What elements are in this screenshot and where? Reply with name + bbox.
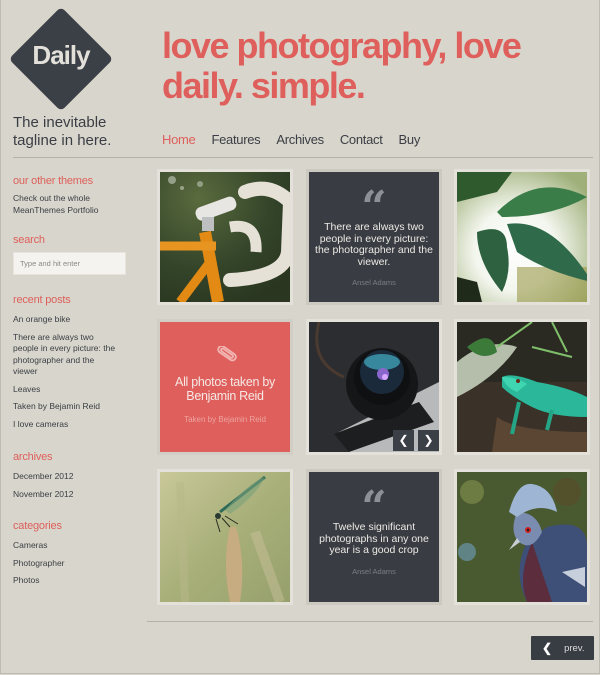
recent-post-link[interactable]: I love cameras	[13, 419, 143, 431]
quote-author: Ansel Adams	[352, 567, 396, 576]
hero-headline: love photography, love daily. simple.	[162, 25, 522, 106]
divider	[147, 621, 593, 622]
logo-text[interactable]: Daily	[13, 40, 109, 71]
nav-item-home[interactable]: Home	[162, 132, 196, 147]
divider	[147, 157, 593, 158]
widget-title: search	[13, 234, 45, 246]
photo-tile-bike[interactable]	[157, 169, 293, 305]
divider	[13, 157, 148, 158]
photo-tile-leaves[interactable]	[454, 169, 590, 305]
quote-author: Ansel Adams	[352, 278, 396, 287]
search-field[interactable]	[13, 252, 126, 275]
dragonfly-photo	[160, 472, 290, 602]
quote-tile[interactable]: “ There are always two people in every p…	[306, 169, 442, 305]
other-themes-link[interactable]: Check out the whole MeanThemes Portfolio	[13, 193, 113, 216]
quote-text: There are always two people in every pic…	[315, 221, 433, 268]
link-title: All photos taken by Benjamin Reid	[175, 375, 275, 403]
search-input[interactable]	[14, 253, 125, 274]
recent-post-link[interactable]: There are always two people in every pic…	[13, 332, 121, 378]
paperclip-icon	[217, 346, 237, 362]
widget-categories: categories Cameras Photographer Photos	[13, 520, 143, 587]
category-link[interactable]: Photographer	[13, 558, 143, 570]
prev-page-button[interactable]: ❮ prev.	[531, 636, 594, 660]
gallery-next-button[interactable]: ❯	[418, 430, 439, 451]
widget-archives: archives December 2012 November 2012	[13, 451, 143, 500]
pigeon-photo	[457, 472, 587, 602]
widget-other-themes: our other themes Check out the whole Mea…	[13, 175, 143, 216]
category-link[interactable]: Photos	[13, 575, 143, 587]
nav-item-contact[interactable]: Contact	[340, 132, 383, 147]
link-tile[interactable]: All photos taken by Benjamin Reid Taken …	[157, 319, 293, 455]
prev-page-label: prev.	[564, 642, 585, 654]
recent-post-link[interactable]: Leaves	[13, 384, 143, 396]
quote-tile[interactable]: “ Twelve significant photographs in any …	[306, 469, 442, 605]
widget-title: archives	[13, 451, 53, 463]
recent-post-link[interactable]: An orange bike	[13, 314, 143, 326]
widget-title: recent posts	[13, 294, 71, 306]
widget-title: categories	[13, 520, 62, 532]
nav-item-buy[interactable]: Buy	[399, 132, 421, 147]
quote-text: Twelve significant photographs in any on…	[319, 521, 429, 556]
main-nav: Home Features Archives Contact Buy	[162, 132, 436, 147]
category-link[interactable]: Cameras	[13, 540, 143, 552]
tagline: The inevitable tagline in here.	[13, 114, 112, 149]
gallery-prev-button[interactable]: ❮	[393, 430, 414, 451]
gallery-tile-camera[interactable]: ❮ ❯	[306, 319, 442, 455]
widget-search: search	[13, 234, 143, 246]
archive-link[interactable]: December 2012	[13, 471, 143, 483]
link-subtitle: Taken by Bejamin Reid	[184, 415, 266, 424]
nav-item-archives[interactable]: Archives	[276, 132, 324, 147]
archive-link[interactable]: November 2012	[13, 489, 143, 501]
recent-post-link[interactable]: Taken by Bejamin Reid	[13, 401, 143, 413]
widget-title: our other themes	[13, 175, 93, 187]
bike-photo	[160, 172, 290, 302]
lizard-photo	[457, 322, 587, 452]
widget-recent-posts: recent posts An orange bike There are al…	[13, 294, 143, 430]
leaves-photo	[457, 172, 587, 302]
chevron-left-icon: ❮	[542, 641, 553, 655]
photo-tile-pigeon[interactable]	[454, 469, 590, 605]
nav-item-features[interactable]: Features	[211, 132, 260, 147]
photo-tile-lizard[interactable]	[454, 319, 590, 455]
photo-tile-dragonfly[interactable]	[157, 469, 293, 605]
